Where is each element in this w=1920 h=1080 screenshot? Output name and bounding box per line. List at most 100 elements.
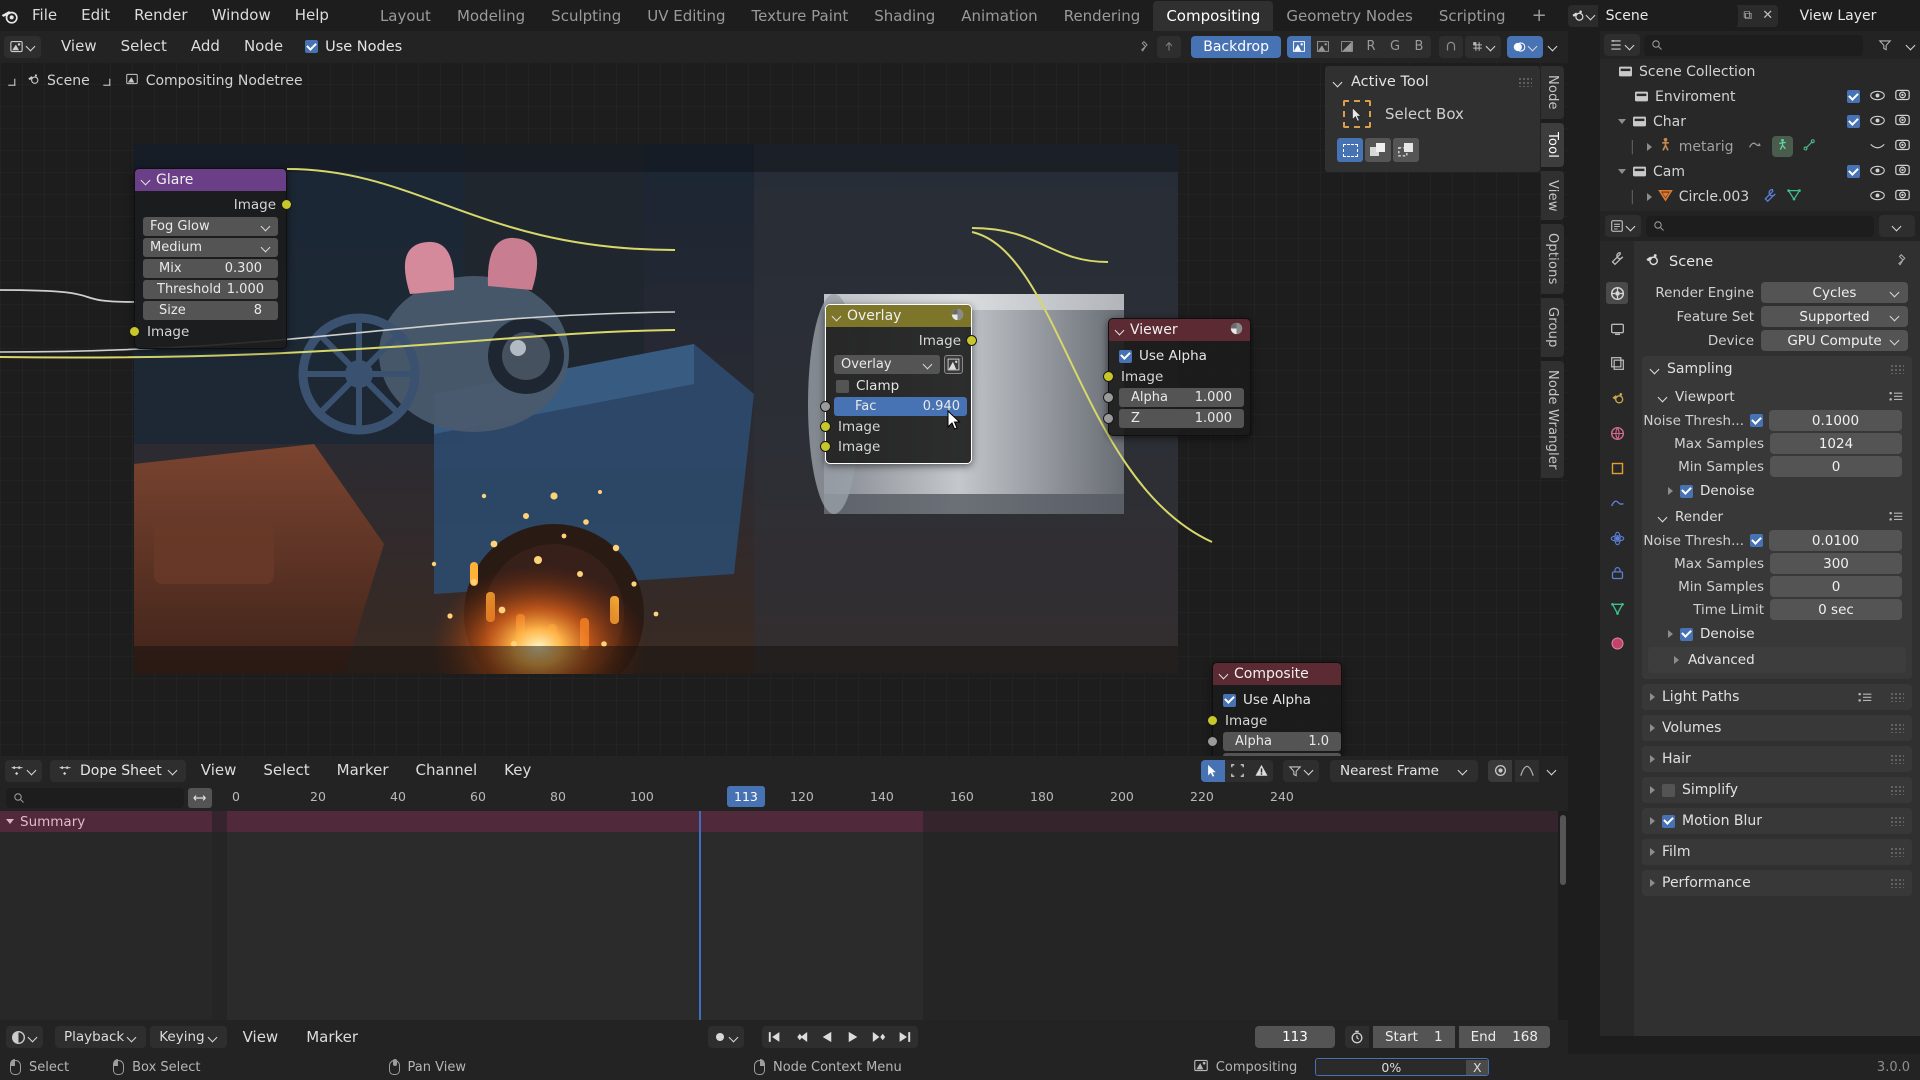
drag-handle-icon[interactable] bbox=[1890, 723, 1904, 733]
eye-icon[interactable] bbox=[1870, 189, 1885, 205]
subtract-selection-icon[interactable] bbox=[1393, 138, 1419, 162]
render-noise-threshold-row[interactable]: Noise Thresh... 0.0100 bbox=[1642, 529, 1912, 552]
node-overlay-output-image[interactable]: Image bbox=[826, 331, 971, 351]
dope-menu-key[interactable]: Key bbox=[492, 763, 543, 778]
max-samples-field[interactable]: 1024 bbox=[1770, 433, 1902, 454]
playhead[interactable] bbox=[699, 811, 701, 1020]
section-film[interactable]: Film bbox=[1642, 839, 1912, 865]
next-keyframe-icon[interactable] bbox=[866, 1026, 892, 1048]
n-panel-tab-group[interactable]: Group bbox=[1541, 298, 1564, 357]
socket-image-input-2[interactable] bbox=[820, 441, 831, 452]
dope-menu-view[interactable]: View bbox=[189, 763, 249, 778]
use-alpha-checkbox[interactable] bbox=[1223, 694, 1236, 707]
properties-tab-output[interactable] bbox=[1606, 317, 1628, 339]
node-viewer[interactable]: Viewer Use Alpha Image Alpha 1.000 bbox=[1108, 318, 1251, 436]
viewport-noise-threshold-row[interactable]: Noise Thresh... 0.1000 bbox=[1642, 409, 1912, 432]
collapse-chevron-icon[interactable] bbox=[832, 311, 842, 321]
wrench-icon[interactable] bbox=[1763, 188, 1777, 206]
time-limit-field[interactable]: 0 sec bbox=[1770, 599, 1902, 620]
film-header[interactable]: Film bbox=[1642, 839, 1912, 865]
simplify-header[interactable]: Simplify bbox=[1642, 777, 1912, 803]
vertical-scrollbar[interactable] bbox=[1558, 811, 1568, 1020]
node-composite-input-image[interactable]: Image bbox=[1213, 711, 1341, 731]
properties-tab-data[interactable] bbox=[1606, 597, 1628, 619]
expand-triangle-icon[interactable] bbox=[1650, 724, 1655, 732]
motion-blur-checkbox[interactable] bbox=[1662, 815, 1675, 828]
n-panel-tab-view[interactable]: View bbox=[1541, 171, 1564, 221]
expand-triangle-icon[interactable] bbox=[1618, 169, 1626, 174]
animate-property-icon[interactable] bbox=[1889, 511, 1904, 522]
expand-triangle-icon[interactable] bbox=[1650, 786, 1655, 794]
min-samples-field[interactable]: 0 bbox=[1770, 576, 1902, 597]
expand-triangle-icon[interactable] bbox=[1618, 119, 1626, 124]
n-panel-tab-tool[interactable]: Tool bbox=[1541, 123, 1564, 167]
menu-edit[interactable]: Edit bbox=[69, 8, 122, 23]
expand-triangle-icon[interactable] bbox=[1650, 693, 1655, 701]
expand-triangle-icon[interactable] bbox=[1668, 630, 1673, 638]
prev-keyframe-icon[interactable] bbox=[788, 1026, 814, 1048]
node-menu-node[interactable]: Node bbox=[232, 39, 295, 54]
outliner-display-mode-selector[interactable] bbox=[1604, 34, 1640, 56]
blender-logo-icon[interactable] bbox=[0, 0, 20, 31]
workspace-tab-animation[interactable]: Animation bbox=[948, 1, 1050, 31]
expand-triangle-icon[interactable] bbox=[1668, 487, 1673, 495]
current-frame-field[interactable]: 113 bbox=[1255, 1026, 1335, 1048]
dope-menu-marker[interactable]: Marker bbox=[325, 763, 401, 778]
expand-triangle-icon[interactable] bbox=[1674, 656, 1679, 664]
dope-sheet-mode-selector[interactable]: Dope Sheet bbox=[50, 760, 186, 782]
current-frame-indicator[interactable]: 113 bbox=[727, 786, 765, 807]
node-composite-input-alpha[interactable]: Alpha 1.0 bbox=[1213, 731, 1341, 752]
viewport-max-samples-row[interactable]: Max Samples 1024 bbox=[1642, 432, 1912, 455]
noise-threshold-value-field[interactable]: 0.0100 bbox=[1769, 530, 1902, 551]
add-workspace-button[interactable]: + bbox=[1519, 0, 1560, 32]
record-keyframes-icon[interactable] bbox=[708, 1026, 744, 1048]
dope-menu-select[interactable]: Select bbox=[251, 763, 321, 778]
breadcrumb-nodetree[interactable]: Compositing Nodetree bbox=[146, 73, 303, 89]
go-to-parent-icon[interactable] bbox=[1157, 36, 1181, 58]
interpolation-icon[interactable] bbox=[1515, 760, 1539, 782]
dope-sheet-channel-list[interactable]: Summary bbox=[0, 811, 212, 1020]
scene-selector[interactable]: Scene ⧉ ✕ bbox=[1568, 5, 1778, 27]
noise-threshold-value-field[interactable]: 0.1000 bbox=[1769, 410, 1902, 431]
hair-header[interactable]: Hair bbox=[1642, 746, 1912, 772]
expand-triangle-icon[interactable] bbox=[6, 819, 14, 824]
overlay-blend-mode-dropdown[interactable]: Overlay bbox=[834, 355, 940, 374]
node-menu-select[interactable]: Select bbox=[109, 39, 179, 54]
jump-end-icon[interactable] bbox=[892, 1026, 918, 1048]
viewport-min-samples-row[interactable]: Min Samples 0 bbox=[1642, 455, 1912, 478]
glare-size-field[interactable]: Size 8 bbox=[143, 301, 278, 320]
glare-threshold-field[interactable]: Threshold 1.000 bbox=[143, 280, 278, 299]
workspace-tab-rendering[interactable]: Rendering bbox=[1051, 1, 1154, 31]
properties-tab-object[interactable] bbox=[1606, 457, 1628, 479]
timeline-menu-marker[interactable]: Marker bbox=[294, 1030, 370, 1045]
outliner-row-scene-collection[interactable]: Scene Collection bbox=[1600, 59, 1920, 84]
view-layer-selector[interactable]: View Layer ⧉ ✕ bbox=[1792, 5, 1920, 27]
viewer-alpha-field[interactable]: Alpha 1.000 bbox=[1119, 388, 1244, 407]
socket-image-input-1[interactable] bbox=[820, 421, 831, 432]
dope-sheet-keyframe-area[interactable] bbox=[212, 811, 1568, 1020]
motion-blur-header[interactable]: Motion Blur bbox=[1642, 808, 1912, 834]
expand-triangle-icon[interactable] bbox=[1647, 193, 1652, 201]
keying-menu[interactable]: Keying bbox=[150, 1026, 226, 1048]
node-glare-output-image[interactable]: Image bbox=[135, 195, 286, 215]
glare-quality-dropdown[interactable]: Medium bbox=[143, 238, 278, 257]
bone-icon[interactable] bbox=[1803, 138, 1816, 155]
mesh-data-icon[interactable] bbox=[1787, 188, 1801, 205]
node-composite[interactable]: Composite Use Alpha Image Alpha 1.0 bbox=[1212, 662, 1342, 756]
max-samples-field[interactable]: 300 bbox=[1770, 553, 1902, 574]
cursor-icon[interactable] bbox=[1201, 760, 1225, 782]
drag-handle-icon[interactable] bbox=[1890, 692, 1904, 702]
collapse-chevron-icon[interactable] bbox=[141, 175, 151, 185]
socket-image-input[interactable] bbox=[129, 326, 140, 337]
device-row[interactable]: Device GPU Compute bbox=[1634, 330, 1908, 351]
workspace-tab-uv-editing[interactable]: UV Editing bbox=[634, 1, 738, 31]
expand-triangle-icon[interactable] bbox=[1650, 879, 1655, 887]
active-tool-row[interactable]: Select Box bbox=[1325, 94, 1540, 134]
node-viewer-header[interactable]: Viewer bbox=[1109, 319, 1250, 341]
n-panel-tab-options[interactable]: Options bbox=[1541, 224, 1564, 294]
outliner-row-enviroment[interactable]: Enviroment bbox=[1600, 84, 1920, 109]
node-viewer-input-z[interactable]: Z 1.000 bbox=[1109, 408, 1250, 429]
render-subheader[interactable]: Render bbox=[1642, 504, 1912, 529]
outliner-filter-icon[interactable] bbox=[1867, 34, 1903, 56]
camera-icon[interactable] bbox=[1895, 138, 1910, 155]
